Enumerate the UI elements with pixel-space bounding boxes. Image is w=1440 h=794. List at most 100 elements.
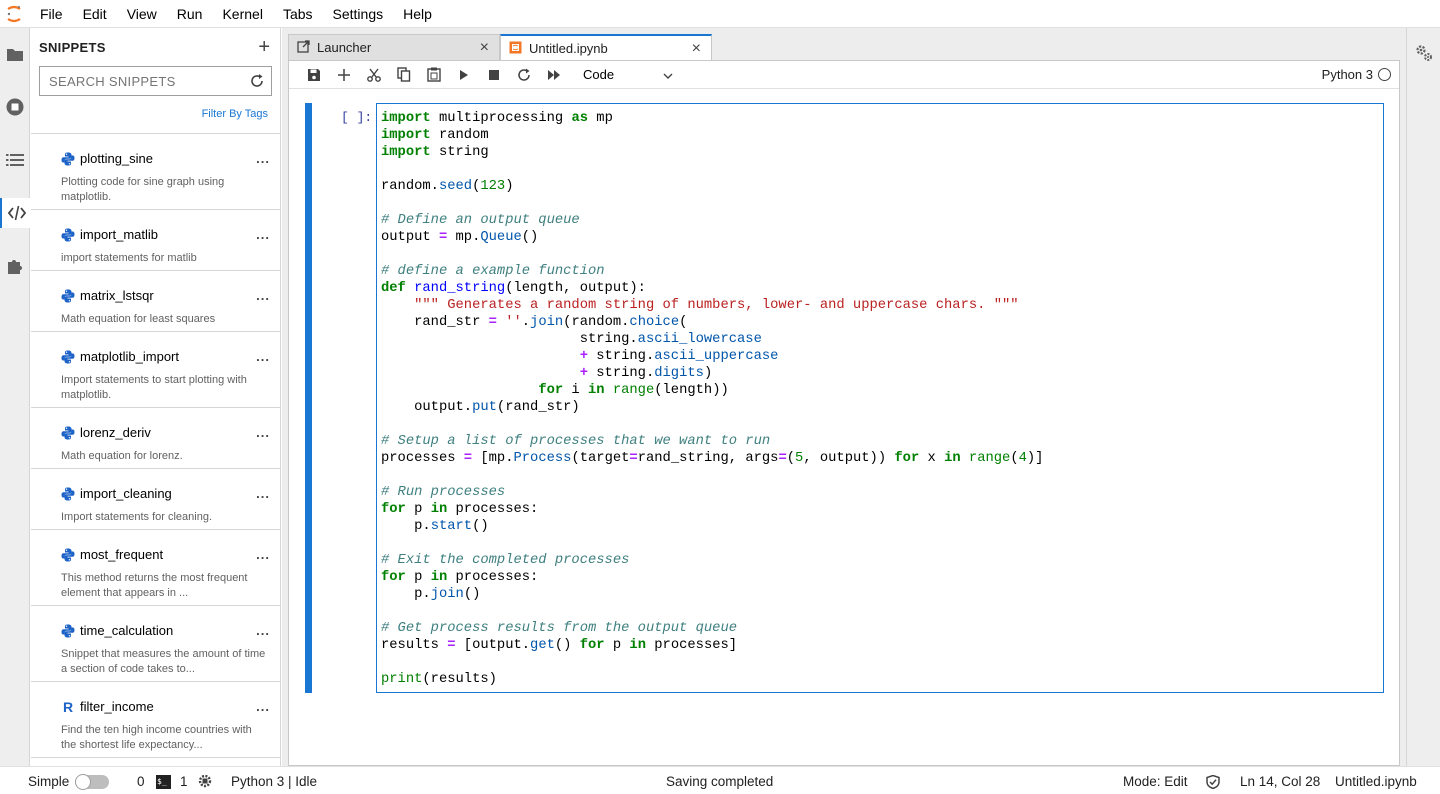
search-snippets-input[interactable] [40,67,271,95]
trusted-shield-icon[interactable] [1206,774,1220,792]
snippet-description: Find the ten high income countries with … [61,724,252,751]
terminal-icon: $_ [156,775,171,789]
snippet-name-row: time_calculation [61,623,173,638]
tab-bar: Launcher × Untitled.ipynb × [288,34,1400,61]
filter-by-tags-button[interactable]: Filter By Tags [31,96,280,134]
snippet-item[interactable]: Rfilter_income... Find the ten high incom… [31,682,280,758]
kernel-name-button[interactable]: Python 3 [1322,67,1373,82]
snippet-name-row: matrix_lstsqr [61,288,154,303]
menu-view[interactable]: View [117,0,167,28]
add-snippet-button[interactable]: + [258,37,270,57]
menu-settings[interactable]: Settings [323,0,394,28]
cell-type-label: Code [583,67,615,82]
snippet-name-row: plotting_sine [61,151,153,166]
table-of-contents-icon[interactable] [0,145,30,175]
cell-collapser[interactable] [305,103,312,693]
snippet-item[interactable]: matplotlib_import... Import statements to… [31,332,280,408]
menu-edit[interactable]: Edit [73,0,117,28]
snippet-name-row: matplotlib_import [61,349,179,364]
kernel-gear-icon [198,774,212,788]
snippet-name: lorenz_deriv [80,425,151,440]
snippet-name-row: most_frequent [61,547,163,562]
snippet-item[interactable]: time_calculation... Snippet that measures… [31,606,280,682]
jupyter-logo-icon [0,0,28,28]
kernel-count[interactable]: 1 [180,774,188,789]
snippet-more-options-icon[interactable]: ... [256,151,270,166]
folder-icon[interactable] [0,39,30,69]
snippet-more-options-icon[interactable]: ... [256,547,270,562]
restart-icon[interactable] [509,62,539,88]
snippet-name: import_cleaning [80,486,172,501]
snippet-more-options-icon[interactable]: ... [256,349,270,364]
status-message: Saving completed [666,774,774,789]
snippet-more-options-icon[interactable]: ... [256,699,270,714]
chevron-down-icon [663,67,673,82]
code-editor[interactable]: import multiprocessing as mp import rand… [376,103,1384,693]
menu-file[interactable]: File [28,0,73,28]
notebook-panel: Code Python 3 [ ]: import multiprocessin… [288,60,1400,766]
tab-launcher[interactable]: Launcher × [288,34,500,60]
snippet-item[interactable]: most_frequent... This method returns the … [31,530,280,606]
save-icon[interactable] [299,62,329,88]
snippet-header: lorenz_deriv... [61,408,270,440]
snippet-header: Rfilter_income... [61,682,270,715]
snippet-item[interactable]: plotting_sine... Plotting code for sine g… [31,134,280,210]
interrupt-icon[interactable] [479,62,509,88]
cell-prompt: [ ]: [341,110,373,125]
close-tab-icon[interactable]: × [480,39,489,57]
code-snippets-icon[interactable] [0,198,31,228]
snippet-item[interactable]: import_cleaning... Import statements for … [31,469,280,530]
menu-help[interactable]: Help [393,0,442,28]
snippet-item[interactable]: import_matlib... import statements for ma… [31,210,280,271]
snippet-more-options-icon[interactable]: ... [256,288,270,303]
kernel-status-text[interactable]: Python 3 | Idle [231,774,317,789]
snippet-name-row: lorenz_deriv [61,425,151,440]
editor-mode[interactable]: Mode: Edit [1123,774,1188,789]
cell-type-dropdown[interactable]: Code [583,64,673,86]
python-language-icon [61,152,75,166]
menu-kernel[interactable]: Kernel [212,0,272,28]
snippet-name-row: import_matlib [61,227,158,242]
search-box [39,66,272,96]
snippet-header: import_matlib... [61,210,270,242]
menu-tabs[interactable]: Tabs [273,0,323,28]
python-language-icon [61,350,75,364]
snippet-more-options-icon[interactable]: ... [256,486,270,501]
snippet-name: filter_income [80,699,154,714]
cursor-position[interactable]: Ln 14, Col 28 [1240,774,1320,789]
snippet-item[interactable]: matrix_lstsqr... Math equation for least … [31,271,280,332]
terminal-count[interactable]: 0 [137,774,145,789]
code-cell[interactable]: [ ]: import multiprocessing as mp import… [305,103,1385,693]
running-sessions-icon[interactable] [0,92,30,122]
simple-mode-toggle[interactable] [75,774,109,790]
python-language-icon [61,228,75,242]
snippet-name: time_calculation [80,623,174,638]
snippet-more-options-icon[interactable]: ... [256,623,270,638]
restart-run-all-icon[interactable] [539,62,569,88]
python-language-icon [61,487,75,501]
cut-icon[interactable] [359,62,389,88]
tab-notebook[interactable]: Untitled.ipynb × [500,34,712,61]
refresh-icon[interactable] [249,73,265,89]
menu-run[interactable]: Run [167,0,213,28]
snippet-more-options-icon[interactable]: ... [256,227,270,242]
main-dock-area: Launcher × Untitled.ipynb × Code Python … [282,28,1406,766]
close-tab-icon[interactable]: × [692,40,701,58]
notebook-icon [509,41,522,57]
property-inspector-icon[interactable] [1414,43,1434,63]
add-cell-icon[interactable] [329,62,359,88]
snippets-header: SNIPPETS + [31,28,280,66]
paste-icon[interactable] [419,62,449,88]
snippet-header: matplotlib_import... [61,332,270,364]
python-language-icon [61,289,75,303]
copy-icon[interactable] [389,62,419,88]
run-icon[interactable] [449,62,479,88]
snippet-more-options-icon[interactable]: ... [256,425,270,440]
snippet-name-row: import_cleaning [61,486,172,501]
extension-manager-icon[interactable] [0,251,30,281]
notebook-toolbar: Code Python 3 [289,61,1399,89]
snippet-name: import_matlib [80,227,159,242]
snippet-item[interactable]: lorenz_deriv... Math equation for lorenz. [31,408,280,469]
kernel-idle-indicator-icon [1378,68,1391,81]
status-bar: Simple 0 $_ 1 Python 3 | Idle Saving com… [0,766,1440,794]
